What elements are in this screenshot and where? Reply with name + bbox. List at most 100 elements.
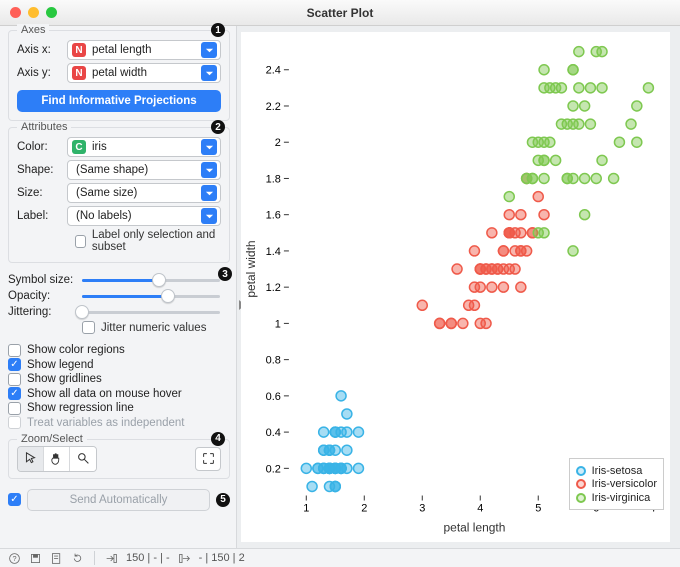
size-value: (Same size) (72, 187, 195, 199)
zoom-group-title: Zoom/Select (17, 433, 87, 445)
svg-text:2.4: 2.4 (266, 65, 281, 77)
send-auto-button[interactable]: Send Automatically (27, 489, 210, 511)
symbol-size-label: Symbol size: (8, 274, 74, 286)
send-auto-checkbox[interactable] (8, 493, 21, 506)
jitter-numeric-checkbox[interactable] (82, 321, 95, 334)
svg-text:1: 1 (275, 318, 281, 330)
attributes-group-title: Attributes (17, 121, 71, 133)
pointlabel-value: (No labels) (72, 210, 195, 222)
treat-independent-checkbox (8, 416, 21, 429)
symbol-size-slider[interactable] (82, 273, 220, 287)
status-output-text: - | 150 | 2 (199, 552, 245, 564)
pan-tool-button[interactable] (44, 447, 70, 471)
show-gridlines-checkbox[interactable] (8, 373, 21, 386)
attributes-group: Attributes 2 Color: C iris Shape: (Same … (8, 127, 230, 263)
show-color-regions-checkbox[interactable] (8, 344, 21, 357)
sliders-section: 3 Symbol size: Opacity: Jittering: Jitte… (8, 271, 230, 334)
svg-text:1.2: 1.2 (266, 282, 281, 294)
axis-x-combo[interactable]: N petal length (67, 40, 221, 60)
chevron-down-icon (201, 42, 217, 58)
shape-value: (Same shape) (72, 164, 195, 176)
show-regression-text: Show regression line (27, 402, 134, 414)
send-row: Send Automatically 5 (8, 489, 230, 511)
axis-y-combo[interactable]: N petal width (67, 63, 221, 83)
status-input-text: 150 | - | - (126, 552, 170, 564)
label-only-selection-text: Label only selection and subset (92, 229, 221, 253)
find-projections-button[interactable]: Find Informative Projections (17, 90, 221, 112)
axes-group-title: Axes (17, 24, 49, 36)
opacity-slider[interactable] (82, 289, 220, 303)
show-hover-checkbox[interactable] (8, 387, 21, 400)
pointer-tool-button[interactable] (18, 447, 44, 471)
minimize-window-button[interactable] (28, 7, 39, 18)
titlebar: Scatter Plot (0, 0, 680, 26)
svg-text:1: 1 (303, 502, 309, 514)
help-icon[interactable]: ? (8, 552, 21, 565)
chart-area[interactable]: 12345670.20.40.60.811.21.41.61.822.22.4p… (241, 32, 670, 542)
numeric-icon: N (72, 43, 86, 57)
chevron-down-icon (201, 65, 217, 81)
statusbar: ? 150 | - | - - | 150 | 2 (0, 548, 680, 567)
reset-zoom-button[interactable] (195, 447, 221, 471)
label-only-selection-checkbox[interactable] (75, 235, 86, 248)
save-icon[interactable] (29, 552, 42, 565)
reset-icon[interactable] (71, 552, 84, 565)
axes-group: Axes 1 Axis x: N petal length Axis y: N … (8, 30, 230, 121)
opacity-label: Opacity: (8, 290, 74, 302)
zoom-tool-button[interactable] (70, 447, 96, 471)
svg-text:2: 2 (361, 502, 367, 514)
show-hover-text: Show all data on mouse hover (27, 388, 182, 400)
jitter-numeric-text: Jitter numeric values (101, 322, 206, 334)
svg-text:0.2: 0.2 (266, 463, 281, 475)
zoom-select-group: Zoom/Select 4 (8, 439, 230, 479)
size-combo[interactable]: (Same size) (67, 183, 221, 203)
jittering-slider[interactable] (82, 305, 220, 319)
shape-combo[interactable]: (Same shape) (67, 160, 221, 180)
zoom-window-button[interactable] (46, 7, 57, 18)
svg-text:1.8: 1.8 (266, 173, 281, 185)
color-label: Color: (17, 141, 61, 153)
show-gridlines-text: Show gridlines (27, 373, 102, 385)
chevron-down-icon (201, 208, 217, 224)
legend-box: Iris-setosaIris-versicolorIris-virginica (569, 458, 664, 510)
close-window-button[interactable] (10, 7, 21, 18)
svg-text:petal length: petal length (444, 520, 506, 534)
axis-y-label: Axis y: (17, 67, 61, 79)
show-regression-checkbox[interactable] (8, 402, 21, 415)
output-icon (178, 552, 191, 565)
size-label: Size: (17, 187, 61, 199)
svg-text:0.4: 0.4 (266, 427, 281, 439)
show-color-regions-text: Show color regions (27, 344, 125, 356)
svg-text:1.4: 1.4 (266, 246, 281, 258)
svg-text:5: 5 (535, 502, 541, 514)
chevron-down-icon (201, 185, 217, 201)
input-icon (105, 552, 118, 565)
options-section: Show color regions Show legend Show grid… (8, 342, 230, 431)
show-legend-checkbox[interactable] (8, 358, 21, 371)
shape-label: Shape: (17, 164, 61, 176)
pointlabel-label: Label: (17, 210, 61, 222)
help-badge-2: 2 (211, 120, 225, 134)
axis-x-value: petal length (92, 44, 195, 56)
categorical-icon: C (72, 140, 86, 154)
svg-text:0.6: 0.6 (266, 391, 281, 403)
jittering-label: Jittering: (8, 306, 74, 318)
svg-text:3: 3 (419, 502, 425, 514)
report-icon[interactable] (50, 552, 63, 565)
svg-text:2: 2 (275, 137, 281, 149)
help-badge-3: 3 (218, 267, 232, 281)
chevron-down-icon (201, 139, 217, 155)
axis-y-value: petal width (92, 67, 195, 79)
svg-text:0.8: 0.8 (266, 355, 281, 367)
help-badge-1: 1 (211, 23, 225, 37)
axis-x-label: Axis x: (17, 44, 61, 56)
svg-text:4: 4 (477, 502, 483, 514)
treat-independent-text: Treat variables as independent (27, 417, 184, 429)
numeric-icon: N (72, 66, 86, 80)
show-legend-text: Show legend (27, 359, 94, 371)
svg-text:2.2: 2.2 (266, 101, 281, 113)
color-combo[interactable]: C iris (67, 137, 221, 157)
color-value: iris (92, 141, 195, 153)
window-title: Scatter Plot (0, 6, 680, 20)
pointlabel-combo[interactable]: (No labels) (67, 206, 221, 226)
